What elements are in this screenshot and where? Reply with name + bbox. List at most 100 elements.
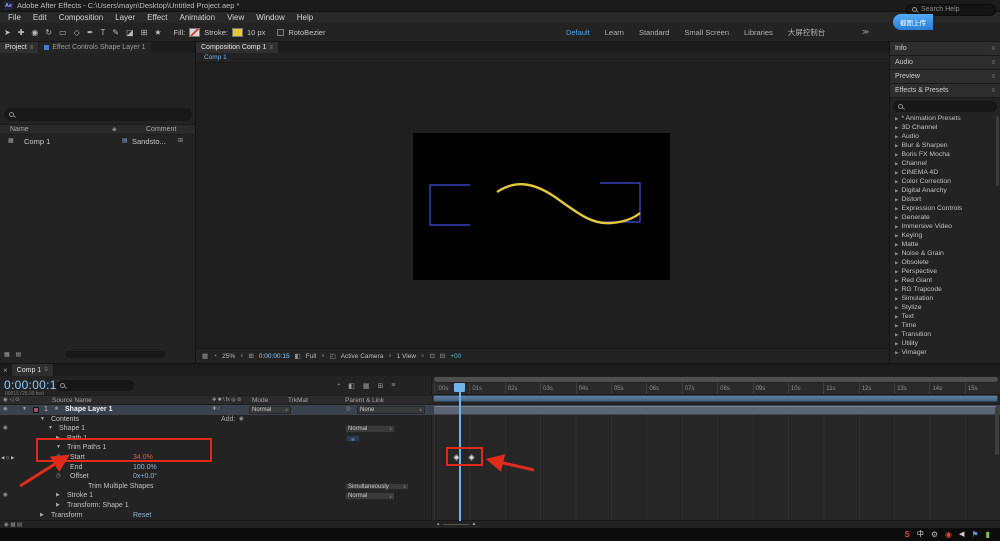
panel-menu-icon[interactable]: ≡ xyxy=(991,88,995,94)
effects-category-item[interactable]: ▶ Immersive Video xyxy=(890,222,1000,231)
offset-value[interactable]: 0x+0.0° xyxy=(133,472,157,482)
group-visibility-eye-icon[interactable]: ◉ xyxy=(3,491,8,501)
tool-icon[interactable]: ↻ xyxy=(45,28,52,37)
property-row-trim-multiple-shapes[interactable]: Trim Multiple Shapes Simultaneously ∨ xyxy=(0,482,432,492)
reset-link[interactable]: Reset xyxy=(133,511,151,521)
shape-blend-mode-dropdown[interactable]: Normal ∨ xyxy=(345,425,395,433)
trim-multiple-shapes-dropdown[interactable]: Simultaneously ∨ xyxy=(345,482,409,491)
tag-column-icon[interactable]: ◈ xyxy=(112,126,117,133)
sogou-input-icon[interactable]: S xyxy=(905,528,910,541)
layer-switches-icons[interactable]: ✚ / xyxy=(212,405,220,415)
current-timecode[interactable]: 0:00:00:15 xyxy=(4,378,64,392)
column-comment[interactable]: Comment xyxy=(146,126,176,133)
blend-mode-dropdown[interactable]: Normal ∨ xyxy=(249,406,291,414)
twirl-closed-icon[interactable]: ▶ xyxy=(56,491,60,501)
effects-category-item[interactable]: ▶ 3D Channel xyxy=(890,123,1000,132)
audio-panel-header[interactable]: Audio ≡ xyxy=(890,56,1000,70)
draft-3d-icon[interactable]: ◧ xyxy=(348,382,355,390)
chevron-right-icon[interactable]: ▶ xyxy=(895,287,898,293)
end-value[interactable]: 100.0% xyxy=(133,463,157,473)
effects-search-input[interactable] xyxy=(893,101,997,112)
project-item-comp-label[interactable]: Comp 1 xyxy=(24,137,50,146)
column-mode[interactable]: Mode xyxy=(252,397,268,404)
network-icon[interactable]: ⚑ xyxy=(971,528,978,541)
property-row-trim-paths-1[interactable]: ▼ Trim Paths 1 xyxy=(0,443,432,453)
tool-icon[interactable]: ◪ xyxy=(126,28,134,37)
effects-category-item[interactable]: ▶ Boris FX Mocha xyxy=(890,150,1000,159)
property-row-end[interactable]: ◷ End 100.0% xyxy=(0,463,432,473)
tool-icon[interactable]: ★ xyxy=(154,28,161,37)
add-shape-button[interactable]: ◉ xyxy=(239,415,244,425)
clock-icon[interactable]: ◔ xyxy=(213,353,217,360)
menu-item[interactable]: Window xyxy=(250,13,290,22)
panel-menu-icon[interactable]: ≡ xyxy=(30,45,34,51)
layer-row-shape-layer-1[interactable]: ◉ ▼ 1 ★ Shape Layer 1 ✚ / Normal ∨ ◎ Non… xyxy=(0,405,432,415)
tab-project[interactable]: Project ≡ xyxy=(0,42,39,53)
property-row-stroke-1[interactable]: ◉ ▶ Stroke 1 Normal ∨ xyxy=(0,491,432,501)
tool-icon[interactable]: T xyxy=(101,28,106,37)
group-visibility-eye-icon[interactable]: ◉ xyxy=(3,424,8,434)
parent-dropdown[interactable]: None ∨ xyxy=(357,406,425,414)
effects-category-item[interactable]: ▶ RG Trapcode xyxy=(890,285,1000,294)
project-item-secondary-label[interactable]: Sandsto... xyxy=(132,137,166,146)
upload-overlay-badge[interactable]: 截图上传 xyxy=(893,14,933,30)
stroke-width-value[interactable]: 10 px xyxy=(247,28,265,37)
property-row-transform-shape-1[interactable]: ▶ Transform: Shape 1 xyxy=(0,501,432,511)
keyframe-track-area[interactable] xyxy=(432,405,1000,521)
battery-icon[interactable]: ▮ xyxy=(986,528,990,541)
parent-pickwhip-icon[interactable]: ◎ xyxy=(346,405,351,415)
effects-category-item[interactable]: ▶ Transition xyxy=(890,330,1000,339)
chevron-right-icon[interactable]: ▶ xyxy=(895,215,898,221)
chevron-right-icon[interactable]: ▶ xyxy=(895,161,898,167)
minus-box-icon[interactable]: ⊟ xyxy=(440,352,445,360)
effects-category-item[interactable]: ▶ Color Correction xyxy=(890,177,1000,186)
stopwatch-icon[interactable]: ◷ xyxy=(56,472,61,482)
effects-category-item[interactable]: ▶ Distort xyxy=(890,195,1000,204)
more-workspaces-icon[interactable]: ≫ xyxy=(862,28,869,36)
menu-item[interactable]: Help xyxy=(291,13,319,22)
zoom-in-icon[interactable]: ▲ xyxy=(472,521,477,527)
horizontal-scrollbar[interactable] xyxy=(65,351,166,358)
tab-composition[interactable]: Composition Comp 1 ≡ xyxy=(196,42,278,53)
project-item-row[interactable]: ▦ Comp 1 ▤ Sandsto... ⊞ xyxy=(0,136,195,147)
chevron-right-icon[interactable]: ▶ xyxy=(895,152,898,158)
tool-icon[interactable]: ✎ xyxy=(112,28,119,37)
stroke-swatch[interactable] xyxy=(231,27,243,37)
chevron-right-icon[interactable]: ▶ xyxy=(895,197,898,203)
panel-menu-icon[interactable]: ≡ xyxy=(44,367,48,373)
exposure-value[interactable]: +00 xyxy=(450,353,461,360)
zoom-level-dropdown[interactable]: 25% xyxy=(222,353,235,360)
menu-item[interactable]: Effect xyxy=(141,13,173,22)
timeline-tab-comp1[interactable]: Comp 1 ≡ xyxy=(11,364,53,376)
menu-item[interactable]: File xyxy=(2,13,27,22)
keyframe[interactable] xyxy=(467,453,476,462)
workspace-tab[interactable]: Standard xyxy=(639,28,669,37)
zoom-slider[interactable] xyxy=(442,523,469,525)
composition-mini-flowchart-icon[interactable]: ◔ xyxy=(336,382,340,389)
effects-category-item[interactable]: ▶ Stylize xyxy=(890,303,1000,312)
path-shape-chip[interactable]: ≋ xyxy=(346,435,360,443)
tool-icon[interactable]: ▭ xyxy=(59,28,67,37)
column-name[interactable]: Name xyxy=(10,126,29,133)
layer-name[interactable]: Shape Layer 1 xyxy=(65,405,112,415)
panel-menu-icon[interactable]: ≡ xyxy=(991,74,995,80)
effects-category-item[interactable]: ▶ Matte xyxy=(890,240,1000,249)
effects-category-item[interactable]: ▶ Perspective xyxy=(890,267,1000,276)
timeline-search-input[interactable] xyxy=(56,380,134,391)
property-row-transform[interactable]: ▶ Transform Reset xyxy=(0,511,432,521)
composition-viewport[interactable] xyxy=(196,63,889,348)
preview-panel-header[interactable]: Preview ≡ xyxy=(890,70,1000,84)
effects-category-item[interactable]: ▶ Blur & Sharpen xyxy=(890,141,1000,150)
workspace-tab[interactable]: Default xyxy=(566,28,590,37)
stopwatch-icon[interactable]: ◷ xyxy=(56,463,61,473)
chevron-right-icon[interactable]: ▶ xyxy=(895,314,898,320)
workspace-tab[interactable]: Learn xyxy=(605,28,624,37)
effects-category-item[interactable]: ▶ Expression Controls xyxy=(890,204,1000,213)
chinese-input-icon[interactable]: 中 xyxy=(917,528,924,541)
tab-effect-controls[interactable]: Effect Controls Shape Layer 1 xyxy=(39,42,151,53)
chevron-right-icon[interactable]: ▶ xyxy=(895,116,898,122)
grid-icon[interactable]: ▦ xyxy=(4,351,10,358)
effects-category-item[interactable]: ▶ Noise & Grain xyxy=(890,249,1000,258)
tool-icon[interactable]: ➤ xyxy=(4,28,11,37)
chevron-right-icon[interactable]: ▶ xyxy=(895,350,898,356)
